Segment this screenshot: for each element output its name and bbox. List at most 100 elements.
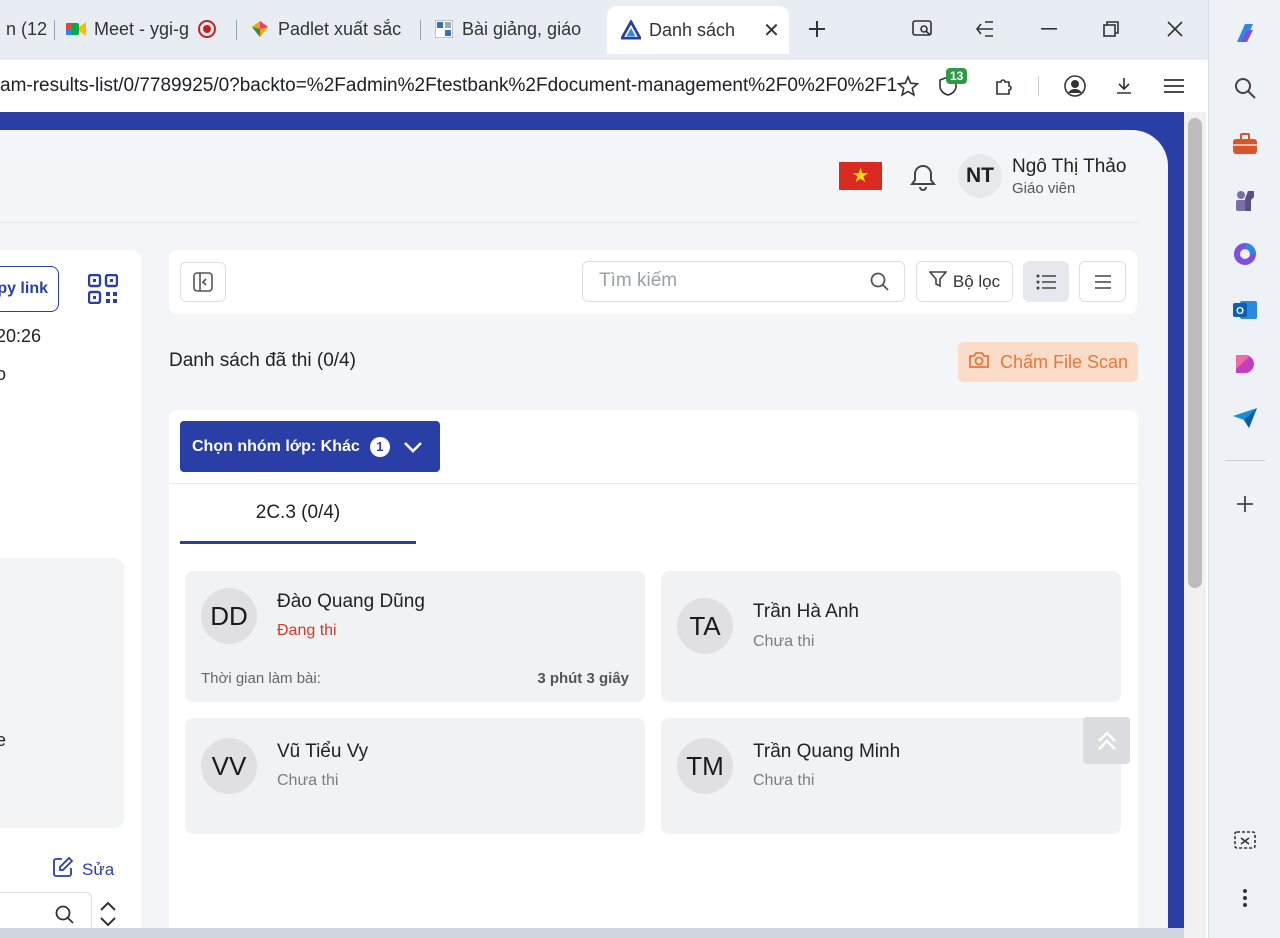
list-view-button[interactable] xyxy=(1023,261,1069,302)
favorite-star-icon[interactable] xyxy=(894,72,922,100)
send-icon[interactable] xyxy=(1231,404,1259,432)
search-icon[interactable] xyxy=(1231,74,1259,102)
user-role: Giáo viên xyxy=(1012,180,1076,197)
app-logo-icon xyxy=(621,20,641,40)
student-card[interactable]: TA Trần Hà Anh Chưa thi xyxy=(661,571,1121,702)
app-header: ★ NT Ngô Thị Thảo Giáo viên xyxy=(0,130,1168,222)
search-icon xyxy=(55,905,75,930)
tab-separator xyxy=(236,20,237,40)
student-status: Chưa thi xyxy=(753,772,815,789)
student-name: Đào Quang Dũng xyxy=(277,591,425,612)
browser-tab-1[interactable]: n (12 xyxy=(0,10,50,48)
browser-tab-bar: n (12 Meet - ygi-g Padlet xuất sắc Bài g… xyxy=(0,0,1208,60)
new-tab-icon[interactable] xyxy=(802,14,832,44)
collapse-panel-button[interactable] xyxy=(180,262,226,302)
notification-bell-icon[interactable] xyxy=(908,162,938,192)
hamburger-icon xyxy=(1094,274,1111,289)
padlet-icon xyxy=(250,19,270,39)
tab-label: n (12 xyxy=(6,18,48,39)
search-icon[interactable] xyxy=(870,272,890,292)
tab-separator xyxy=(420,20,421,40)
page-scrollbar[interactable] xyxy=(1184,112,1206,938)
student-avatar: VV xyxy=(201,738,257,794)
browser-tab-baigiang[interactable]: Bài giảng, giáo xyxy=(428,10,598,48)
tab-label: Meet - ygi-g xyxy=(94,18,190,39)
tab-label: Bài giảng, giáo xyxy=(462,18,582,39)
exam-time-text: 20:26 xyxy=(0,326,42,346)
menu-icon[interactable] xyxy=(1160,72,1188,100)
back-history-icon[interactable] xyxy=(970,14,1000,44)
tab-separator xyxy=(54,20,55,40)
student-card[interactable]: DD Đào Quang Dũng Đang thi Thời gian làm… xyxy=(185,571,645,702)
edge-sidebar: O xyxy=(1208,0,1280,938)
tab-label: Padlet xuất sắc xyxy=(278,18,402,39)
header-divider xyxy=(0,222,1138,223)
student-status: Đang thi xyxy=(277,622,337,639)
chevron-down-icon xyxy=(402,436,424,458)
exam-info-card: e xyxy=(0,558,124,828)
student-card[interactable]: VV Vũ Tiểu Vy Chưa thi xyxy=(185,718,645,834)
restore-icon[interactable] xyxy=(1096,14,1126,44)
student-avatar: TA xyxy=(677,598,733,654)
toolbox-icon[interactable] xyxy=(1231,130,1259,158)
tab-label: Danh sách xyxy=(649,19,736,40)
address-bar: am-results-list/0/7789925/0?backto=%2Fad… xyxy=(0,60,1208,112)
extension-badge: 13 xyxy=(946,68,968,84)
student-avatar: DD xyxy=(201,588,257,644)
browser-tab-padlet[interactable]: Padlet xuất sắc xyxy=(244,10,414,48)
student-list-panel: Chọn nhóm lớp: Khác 1 2C.3 (0/4) DD Đào … xyxy=(169,410,1138,938)
outlook-icon[interactable]: O xyxy=(1231,296,1259,324)
browser-tab-active[interactable]: Danh sách ✕ xyxy=(607,6,789,54)
search-input[interactable] xyxy=(599,270,859,292)
scan-label: Chấm File Scan xyxy=(999,351,1129,372)
vietnam-flag-icon[interactable]: ★ xyxy=(839,162,882,190)
camera-icon xyxy=(968,351,990,374)
exam-info-text: o xyxy=(0,364,7,384)
copy-link-button[interactable]: py link xyxy=(0,266,59,312)
more-options-icon[interactable] xyxy=(1231,884,1259,912)
browser-tab-meet[interactable]: Meet - ygi-g xyxy=(60,10,230,48)
edit-button[interactable]: Sửa xyxy=(52,856,114,883)
student-card[interactable]: TM Trần Quang Minh Chưa thi xyxy=(661,718,1121,834)
app-main: ★ NT Ngô Thị Thảo Giáo viên py link 20:2… xyxy=(0,130,1168,938)
back-to-top-button[interactable] xyxy=(1083,717,1130,764)
student-search[interactable] xyxy=(582,261,905,302)
tab-class-2c3[interactable]: 2C.3 (0/4) xyxy=(180,484,416,544)
add-icon[interactable] xyxy=(1231,490,1259,518)
user-avatar[interactable]: NT xyxy=(958,154,1002,198)
group-count-badge: 1 xyxy=(369,436,390,457)
exam-duration-label: Thời gian làm bài: xyxy=(201,670,321,687)
games-icon[interactable] xyxy=(1231,186,1259,214)
site-icon xyxy=(434,19,454,39)
url-text[interactable]: am-results-list/0/7789925/0?backto=%2Fad… xyxy=(0,75,897,97)
copilot-icon[interactable] xyxy=(1231,20,1259,48)
student-name: Vũ Tiểu Vy xyxy=(277,741,369,762)
student-status: Chưa thi xyxy=(753,633,815,650)
scrollbar-thumb[interactable] xyxy=(1188,118,1202,588)
scan-grading-button[interactable]: Chấm File Scan xyxy=(958,342,1138,382)
qr-code-icon[interactable] xyxy=(87,273,119,305)
filter-label: Bộ lọc xyxy=(952,271,1001,291)
designer-icon[interactable] xyxy=(1231,350,1259,378)
class-group-select[interactable]: Chọn nhóm lớp: Khác 1 xyxy=(180,421,440,472)
exam-card-text: e xyxy=(0,730,7,750)
minimize-icon[interactable] xyxy=(1034,14,1064,44)
double-chevron-up-icon xyxy=(1097,730,1116,750)
edit-icon xyxy=(52,856,74,883)
close-tab-icon[interactable]: ✕ xyxy=(763,18,780,43)
google-meet-icon xyxy=(66,19,86,39)
screenshot-icon[interactable] xyxy=(1231,828,1259,856)
extensions-puzzle-icon[interactable] xyxy=(990,72,1018,100)
filter-icon xyxy=(928,270,948,293)
profile-icon[interactable] xyxy=(1061,72,1089,100)
microsoft-365-icon[interactable] xyxy=(1231,240,1259,268)
tab-search-icon[interactable] xyxy=(908,14,938,44)
list-toolbar: Bộ lọc xyxy=(169,250,1137,314)
close-window-icon[interactable] xyxy=(1160,14,1190,44)
menu-view-button[interactable] xyxy=(1079,261,1126,302)
group-select-label: Chọn nhóm lớp: Khác xyxy=(192,437,360,455)
download-icon[interactable] xyxy=(1110,72,1138,100)
svg-text:O: O xyxy=(1236,306,1244,317)
filter-button[interactable]: Bộ lọc xyxy=(916,261,1013,302)
student-avatar: TM xyxy=(677,738,733,794)
